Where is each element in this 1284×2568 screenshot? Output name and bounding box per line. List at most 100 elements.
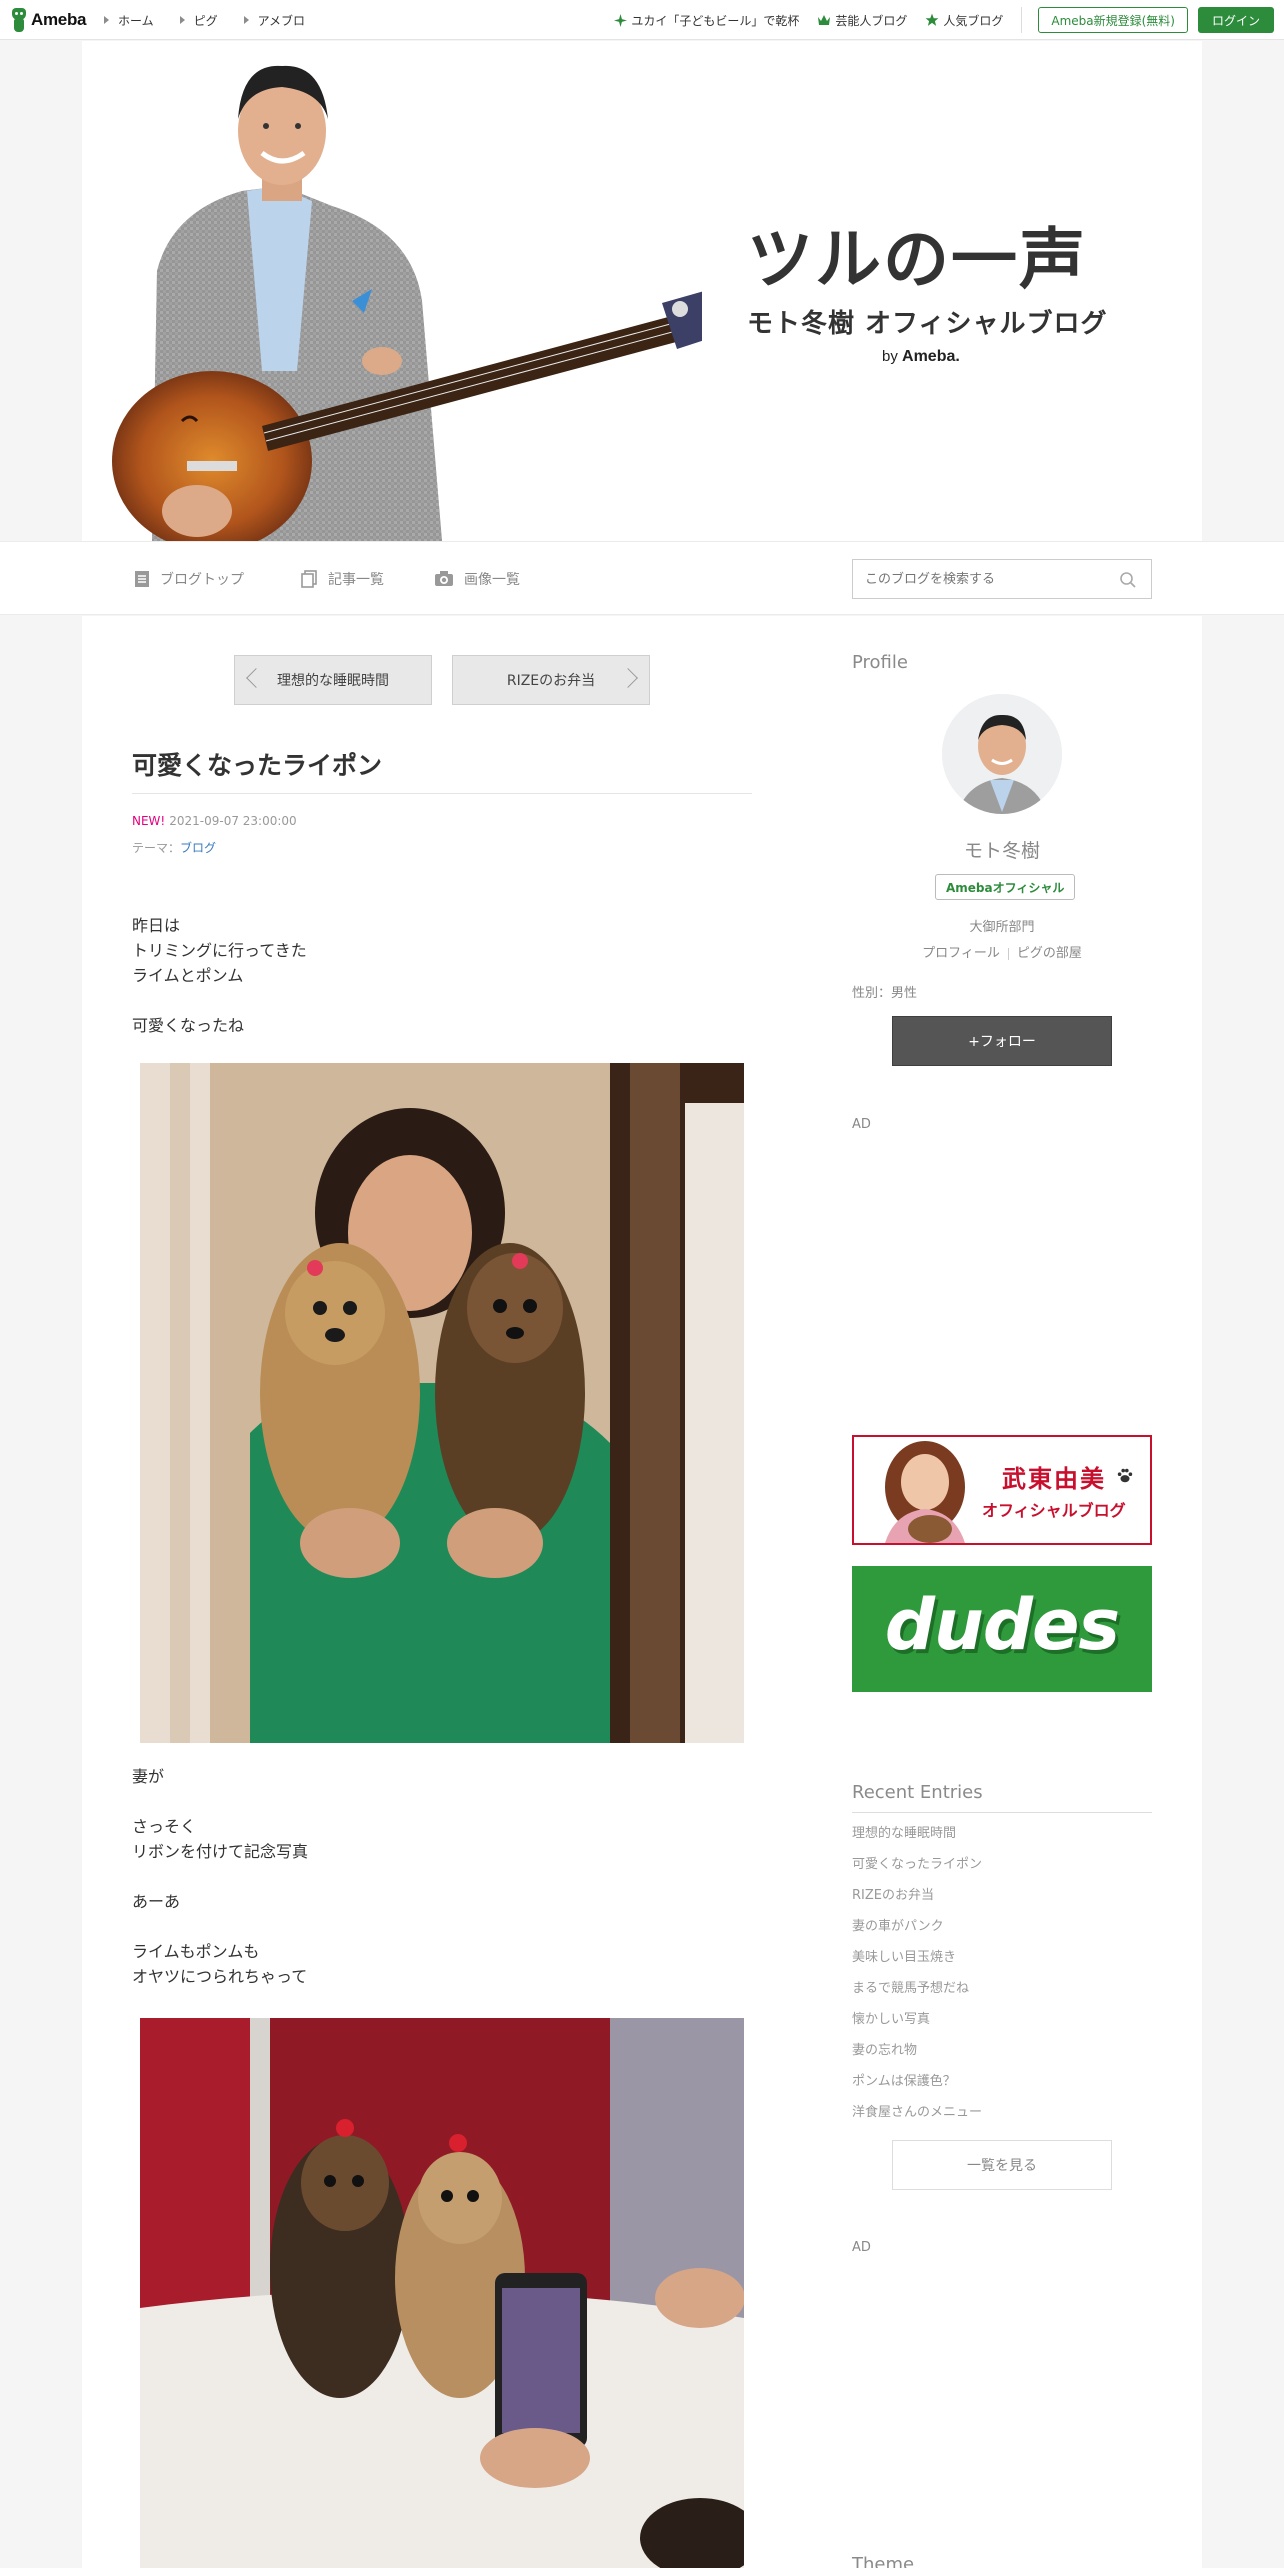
blog-nav: ブログトップ 記事一覧 画像一覧 (0, 541, 1284, 615)
global-nav: ホーム ピグ アメブロ (104, 0, 305, 40)
logo-text: Ameba (31, 10, 87, 29)
profile-links: プロフィール ピグの部屋 (822, 942, 1182, 961)
blog-search-input[interactable] (853, 560, 1103, 598)
copy-icon (301, 570, 317, 588)
triangle-right-icon (243, 16, 249, 24)
text-line: さっそく (132, 1817, 197, 1836)
recent-entry-link[interactable]: 美味しい目玉焼き (852, 1946, 982, 1977)
woman-with-dog-photo (885, 1441, 965, 1543)
blog-top-link[interactable]: ブログトップ (134, 542, 244, 616)
profile-category: 大御所部門 (969, 920, 1035, 935)
text-line: オヤツにつられちゃって (132, 1967, 308, 1986)
avatar-image (942, 694, 1062, 814)
paragraph: ライムもポンムも オヤツにつられちゃって (132, 1939, 307, 1989)
entry-datetime: 2021-09-07 23:00:00 (169, 814, 297, 828)
divider (852, 1812, 1152, 1813)
text-line: 昨日は (132, 916, 181, 935)
paragraph: 妻が (132, 1764, 164, 1789)
text-line: リボンを付けて記念写真 (132, 1842, 309, 1861)
entry-photo-2[interactable] (140, 2018, 744, 2568)
global-header: Ameba ホーム ピグ アメブロ ユカイ「子どもビール」で乾杯 芸能人ブログ … (0, 0, 1284, 40)
profile-link[interactable]: プロフィール (922, 946, 1000, 961)
title-divider (132, 793, 752, 794)
blog-header-banner[interactable]: ツルの一声 モト冬樹 オフィシャルブログ by Ameba. (82, 41, 1202, 541)
recent-entry-link[interactable]: 妻の忘れ物 (852, 2039, 982, 2070)
paragraph: あーあ (132, 1889, 180, 1914)
nav-pigg[interactable]: ピグ (179, 12, 218, 29)
banner-subtitle: オフィシャルブログ (982, 1501, 1126, 1520)
image-list-link[interactable]: 画像一覧 (434, 542, 520, 616)
new-badge: NEW! (132, 814, 166, 828)
profile-name[interactable]: モト冬樹 (822, 836, 1182, 863)
camera-icon (435, 571, 453, 586)
sparkle-icon (614, 13, 628, 27)
follow-button[interactable]: +フォロー (892, 1016, 1112, 1066)
by-brand: Ameba. (902, 348, 960, 365)
profile-avatar[interactable] (942, 694, 1062, 814)
dudes-banner[interactable]: dudes (852, 1566, 1152, 1692)
by-prefix: by (882, 348, 898, 365)
text-line: 妻が (132, 1767, 165, 1786)
entry-list-label: 記事一覧 (328, 572, 384, 588)
celebrity-blog-link[interactable]: 芸能人ブログ (817, 12, 907, 29)
prev-entry-button[interactable]: 理想的な睡眠時間 (234, 655, 432, 705)
register-button[interactable]: Ameba新規登録(無料) (1038, 7, 1188, 33)
crown-icon (818, 15, 831, 25)
article-column: 理想的な睡眠時間 RIZEのお弁当 可愛くなったライポン NEW! 2021-09… (82, 616, 822, 2568)
ad-label: AD (852, 1117, 871, 1132)
paw-icon (1117, 1468, 1133, 1483)
theme-link[interactable]: ブログ (180, 841, 216, 855)
celebrity-blog-banner[interactable]: 武東由美 オフィシャルブログ (852, 1435, 1152, 1545)
ameba-logo[interactable]: Ameba (10, 6, 86, 34)
recent-entry-link[interactable]: RIZEのお弁当 (852, 1884, 982, 1915)
text-line: 可愛くなったね (132, 1016, 245, 1035)
recent-entry-link[interactable]: 懐かしい写真 (852, 2008, 982, 2039)
profile-heading: Profile (852, 652, 908, 673)
recent-entry-link[interactable]: まるで競馬予想だね (852, 1977, 982, 2008)
paragraph: 可愛くなったね (132, 1013, 244, 1038)
blogger-with-guitar-illustration (112, 65, 702, 541)
text-line: あーあ (132, 1892, 181, 1911)
recent-entry-link[interactable]: ポンムは保護色？ (852, 2070, 982, 2101)
search-icon[interactable] (1119, 571, 1137, 589)
recent-entry-link[interactable]: 洋食屋さんのメニュー (852, 2101, 982, 2132)
triangle-right-icon (179, 16, 185, 24)
paragraph: 昨日は トリミングに行ってきた ライムとポンム (132, 913, 307, 988)
official-badge: Amebaオフィシャル (935, 874, 1076, 900)
blog-search-box (852, 559, 1152, 599)
popular-blog-link[interactable]: 人気ブログ (925, 12, 1003, 29)
login-button[interactable]: ログイン (1197, 7, 1274, 33)
dudes-logo-text: dudes (884, 1584, 1120, 1666)
image-list-label: 画像一覧 (464, 572, 520, 588)
nav-ameblo[interactable]: アメブロ (243, 12, 306, 29)
chevron-right-icon (618, 668, 638, 688)
next-entry-label: RIZEのお弁当 (506, 673, 596, 689)
recent-entries-list: 理想的な睡眠時間 可愛くなったライポン RIZEのお弁当 妻の車がパンク 美味し… (852, 1822, 982, 2132)
theme-label: テーマ： (132, 841, 181, 855)
entry-title[interactable]: 可愛くなったライポン (132, 746, 382, 782)
ameba-mascot-icon (10, 7, 28, 33)
celebrity-blog-label: 芸能人ブログ (835, 13, 908, 28)
blog-top-label: ブログトップ (160, 572, 244, 588)
ad-label: AD (852, 2240, 871, 2255)
entry-meta: NEW! 2021-09-07 23:00:00 (132, 814, 297, 828)
promo-link[interactable]: ユカイ「子どもビール」で乾杯 (614, 12, 799, 29)
chevron-left-icon (246, 668, 266, 688)
promo-link-label: ユカイ「子どもビール」で乾杯 (631, 13, 800, 28)
by-ameba-mark: by Ameba. (882, 348, 960, 366)
recent-entry-link[interactable]: 理想的な睡眠時間 (852, 1822, 982, 1853)
divider (1007, 947, 1009, 960)
theme-heading: Theme (852, 2554, 915, 2568)
next-entry-button[interactable]: RIZEのお弁当 (452, 655, 650, 705)
recent-entry-link[interactable]: 可愛くなったライポン (852, 1853, 982, 1884)
nav-ameblo-label: アメブロ (257, 13, 306, 28)
recent-entry-link[interactable]: 妻の車がパンク (852, 1915, 982, 1946)
recent-entries-heading: Recent Entries (852, 1782, 983, 1803)
entry-list-link[interactable]: 記事一覧 (300, 542, 384, 616)
divider (1021, 7, 1023, 33)
entry-photo-1[interactable] (140, 1063, 744, 1743)
pigg-room-link[interactable]: ピグの部屋 (1017, 946, 1082, 961)
see-all-entries-button[interactable]: 一覧を見る (892, 2140, 1112, 2190)
nav-home[interactable]: ホーム (104, 12, 154, 29)
header-right: ユカイ「子どもビール」で乾杯 芸能人ブログ 人気ブログ Ameba新規登録(無料… (614, 0, 1274, 40)
